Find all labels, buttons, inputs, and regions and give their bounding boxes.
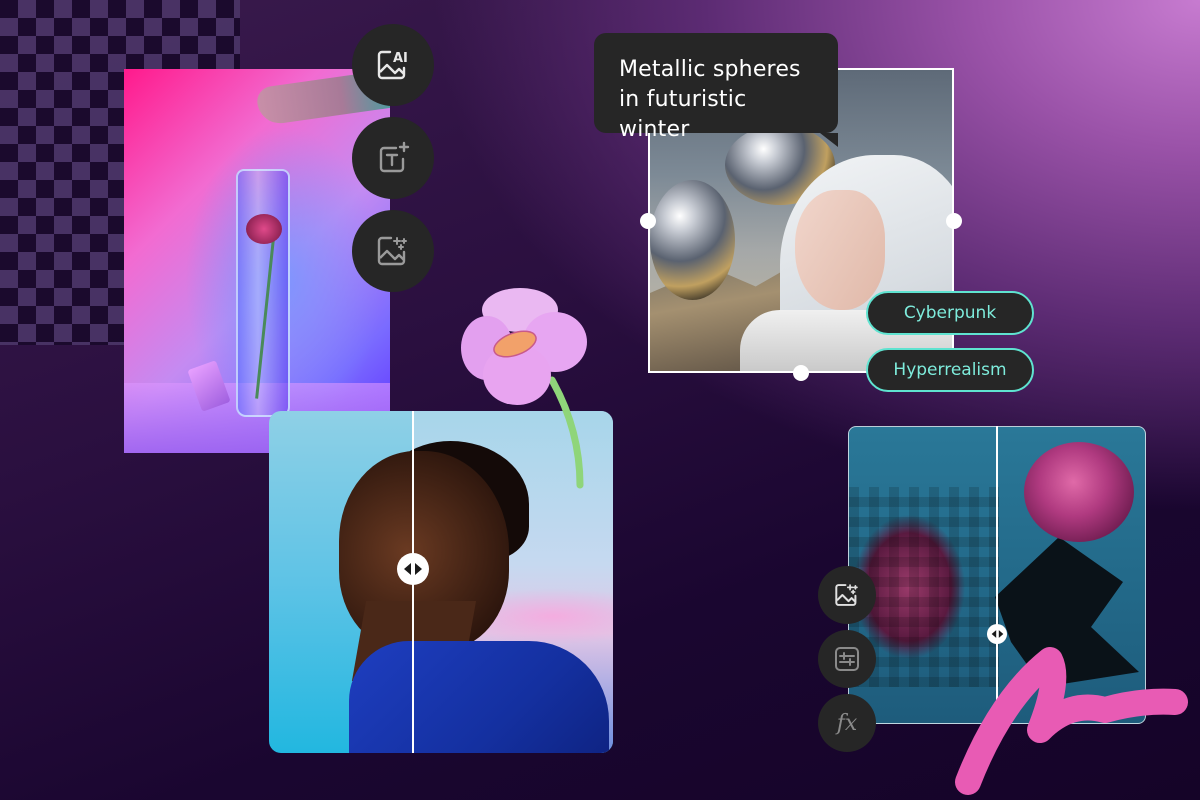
prompt-line-1: Metallic spheres xyxy=(619,57,801,82)
magic-image-button[interactable] xyxy=(818,566,876,624)
style-chip-cyberpunk[interactable]: Cyberpunk xyxy=(866,291,1034,335)
style-chip-hyperrealism[interactable]: Hyperrealism xyxy=(866,348,1034,392)
effects-button[interactable]: fx xyxy=(818,694,876,752)
image-sparkle-icon xyxy=(377,236,407,266)
prompt-tooltip: Metallic spheres in futuristic winter xyxy=(594,33,838,147)
text-plus-icon xyxy=(379,141,410,173)
peony-bloom xyxy=(1024,442,1134,542)
blue-jacket xyxy=(349,641,609,753)
fx-icon: fx xyxy=(836,710,858,736)
brush-stroke xyxy=(955,647,1188,795)
chip-label: Cyberpunk xyxy=(903,303,997,323)
add-text-button[interactable] xyxy=(352,117,434,199)
left-right-arrows-icon xyxy=(991,630,1003,638)
prompt-line-2: in futuristic winter xyxy=(619,87,747,142)
magic-image-button[interactable] xyxy=(352,210,434,292)
resize-handle-right[interactable] xyxy=(946,213,962,229)
image-sparkle-icon xyxy=(835,584,858,606)
flower-stem xyxy=(548,376,584,489)
flower-bloom xyxy=(246,214,282,244)
chip-label: Hyperrealism xyxy=(893,360,1007,380)
left-right-arrows-icon xyxy=(404,563,422,575)
decorative-flower xyxy=(461,288,587,489)
svg-text:AI: AI xyxy=(393,51,408,66)
resize-handle-left[interactable] xyxy=(640,213,656,229)
ai-image-button[interactable]: AI xyxy=(352,24,434,106)
glass-vase xyxy=(236,169,290,417)
sliders-icon xyxy=(835,647,859,671)
resize-handle-bottom[interactable] xyxy=(793,365,809,381)
portrait-compare-handle[interactable] xyxy=(397,553,429,585)
image-ai-icon: AI xyxy=(377,50,408,80)
vase-photo[interactable] xyxy=(124,69,390,453)
adjustments-button[interactable] xyxy=(818,630,876,688)
